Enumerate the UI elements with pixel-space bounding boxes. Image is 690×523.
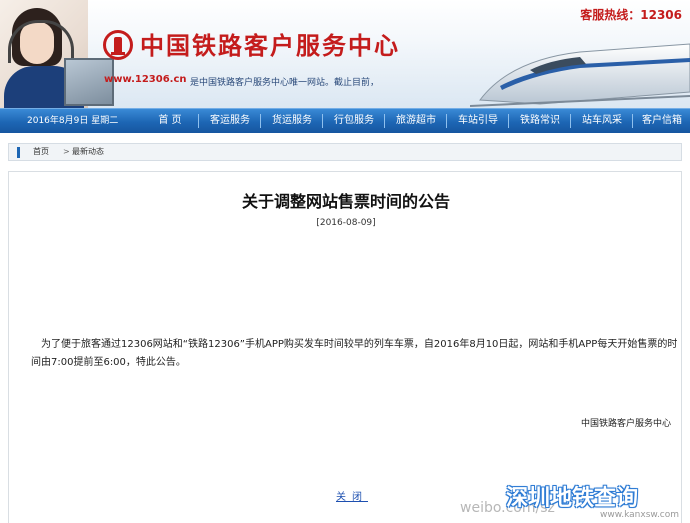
- main-nav: 2016年8月9日 星期二 首 页 客运服务 货运服务 行包服务 旅游超市 车站…: [0, 108, 690, 133]
- site-title: 中国铁路客户服务中心: [140, 32, 400, 60]
- notice-title: 关于调整网站售票时间的公告: [241, 192, 450, 211]
- nav-item-passenger-service[interactable]: 客运服务: [202, 109, 258, 133]
- hotline-text: 客服热线：12306: [580, 8, 682, 22]
- nav-item-customer-mailbox[interactable]: 客户信箱: [634, 109, 690, 133]
- close-link[interactable]: 关闭: [336, 488, 368, 503]
- site-header: 中国铁路客户服务中心 www.12306.cn 是中国铁路客户服务中心唯一网站。…: [0, 0, 690, 108]
- notice-date: [2016-08-09]: [316, 218, 376, 228]
- nav-item-travel-market[interactable]: 旅游超市: [388, 109, 444, 133]
- notice-signature: 中国铁路客户服务中心: [580, 419, 671, 429]
- breadcrumb: 首页 > 最新动态: [8, 143, 682, 161]
- notice-panel: 关于调整网站售票时间的公告 [2016-08-09] 为了便于旅客通过12306…: [8, 171, 682, 523]
- breadcrumb-marker-icon: [17, 147, 20, 158]
- high-speed-train-image: [470, 43, 690, 107]
- breadcrumb-arrow-icon: >: [63, 147, 70, 156]
- site-url[interactable]: www.12306.cn: [104, 74, 187, 85]
- breadcrumb-home-link[interactable]: 首页: [33, 144, 49, 160]
- nav-item-freight-service[interactable]: 货运服务: [264, 109, 320, 133]
- nav-item-home[interactable]: 首 页: [142, 109, 198, 133]
- nav-date: 2016年8月9日 星期二: [27, 116, 119, 126]
- breadcrumb-current[interactable]: 最新动态: [72, 144, 104, 160]
- railway-logo-icon: [103, 30, 133, 60]
- headset-icon: [8, 20, 74, 63]
- nav-item-station-guide[interactable]: 车站引导: [450, 109, 506, 133]
- nav-item-railway-knowledge[interactable]: 铁路常识: [512, 109, 568, 133]
- nav-item-station-gallery[interactable]: 站车风采: [574, 109, 630, 133]
- notice-body: 为了便于旅客通过12306网站和“铁路12306”手机APP购买发车时间较早的列…: [31, 339, 678, 368]
- site-watermark: 深圳地铁查询: [506, 486, 639, 511]
- site-url-watermark: www.kanxsw.com: [600, 510, 680, 520]
- site-url-description: 是中国铁路客户服务中心唯一网站。截止目前，: [190, 78, 380, 88]
- nav-item-luggage-service[interactable]: 行包服务: [326, 109, 382, 133]
